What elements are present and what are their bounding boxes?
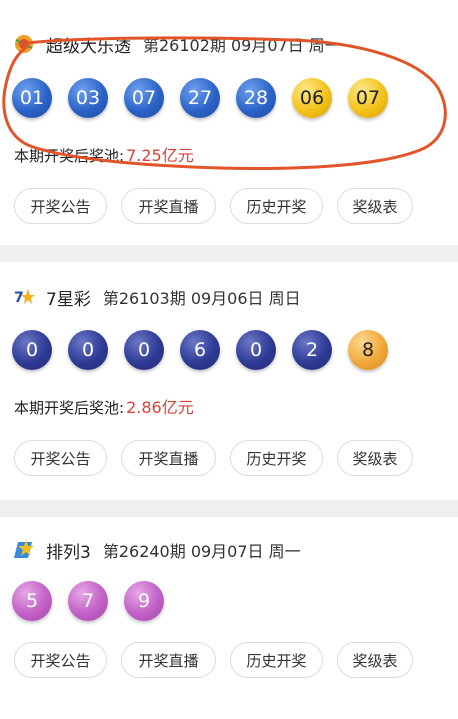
prize-pool-amount: 2.86亿元 xyxy=(126,398,194,417)
lottery-header: 排列3 第26240期 09月07日 周一 xyxy=(14,538,301,563)
draw-live-button[interactable]: 开奖直播 xyxy=(121,440,216,476)
prize-pool: 本期开奖后奖池: 2.86亿元 xyxy=(14,394,194,418)
back-number-ball: 07 xyxy=(348,78,388,118)
lottery-name: 排列3 xyxy=(46,542,91,563)
front-number-ball: 0 xyxy=(68,330,108,370)
draw-live-button[interactable]: 开奖直播 xyxy=(121,642,216,678)
front-number-ball: 6 xyxy=(180,330,220,370)
front-number-ball: 03 xyxy=(68,78,108,118)
draw-history-button[interactable]: 历史开奖 xyxy=(230,440,323,476)
action-buttons: 开奖公告 开奖直播 历史开奖 奖级表 xyxy=(14,188,427,224)
prize-table-button[interactable]: 奖级表 xyxy=(337,440,413,476)
front-number-ball: 2 xyxy=(292,330,332,370)
action-buttons: 开奖公告 开奖直播 历史开奖 奖级表 xyxy=(14,440,427,476)
lottery-card-daletou: 超级大乐透 第26102期 09月07日 周一 01 03 07 27 28 0… xyxy=(0,0,458,245)
prize-pool-label: 本期开奖后奖池: xyxy=(14,147,125,165)
front-number-ball: 28 xyxy=(236,78,276,118)
back-number-ball: 06 xyxy=(292,78,332,118)
draw-announcement-button[interactable]: 开奖公告 xyxy=(14,188,107,224)
qixingcai-logo-icon: 7 xyxy=(14,287,35,307)
lottery-header: 7 7星彩 第26103期 09月06日 周日 xyxy=(14,285,301,310)
draw-announcement-button[interactable]: 开奖公告 xyxy=(14,440,107,476)
front-number-ball: 0 xyxy=(12,330,52,370)
lottery-header: 超级大乐透 第26102期 09月07日 周一 xyxy=(14,32,341,57)
front-number-ball: 0 xyxy=(236,330,276,370)
number-ball: 7 xyxy=(68,581,108,621)
winning-numbers: 01 03 07 27 28 06 07 xyxy=(12,78,404,118)
lottery-card-qixingcai: 7 7星彩 第26103期 09月06日 周日 0 0 0 6 0 2 8 本期… xyxy=(0,262,458,500)
front-number-ball: 0 xyxy=(124,330,164,370)
lottery-card-pailie3: 排列3 第26240期 09月07日 周一 5 7 9 开奖公告 开奖直播 历史… xyxy=(0,517,458,719)
svg-text:7: 7 xyxy=(14,290,24,306)
front-number-ball: 07 xyxy=(124,78,164,118)
back-number-ball: 8 xyxy=(348,330,388,370)
prize-pool: 本期开奖后奖池: 7.25亿元 xyxy=(14,142,194,166)
lottery-name: 超级大乐透 xyxy=(46,36,131,57)
number-ball: 9 xyxy=(124,581,164,621)
draw-history-button[interactable]: 历史开奖 xyxy=(230,642,323,678)
lottery-name: 7星彩 xyxy=(46,289,91,310)
prize-table-button[interactable]: 奖级表 xyxy=(337,188,413,224)
prize-pool-label: 本期开奖后奖池: xyxy=(14,399,125,417)
front-number-ball: 01 xyxy=(12,78,52,118)
draw-history-button[interactable]: 历史开奖 xyxy=(230,188,323,224)
prize-table-button[interactable]: 奖级表 xyxy=(337,642,413,678)
winning-numbers: 5 7 9 xyxy=(12,581,180,621)
front-number-ball: 27 xyxy=(180,78,220,118)
draw-announcement-button[interactable]: 开奖公告 xyxy=(14,642,107,678)
pailie3-logo-icon xyxy=(14,540,34,560)
prize-pool-amount: 7.25亿元 xyxy=(126,146,194,165)
draw-meta: 第26240期 09月07日 周一 xyxy=(102,542,301,561)
draw-meta: 第26102期 09月07日 周一 xyxy=(143,36,341,55)
draw-live-button[interactable]: 开奖直播 xyxy=(121,188,216,224)
action-buttons: 开奖公告 开奖直播 历史开奖 奖级表 xyxy=(14,642,427,678)
draw-meta: 第26103期 09月06日 周日 xyxy=(102,289,301,308)
daletou-logo-icon xyxy=(14,34,34,54)
number-ball: 5 xyxy=(12,581,52,621)
winning-numbers: 0 0 0 6 0 2 8 xyxy=(12,330,404,370)
